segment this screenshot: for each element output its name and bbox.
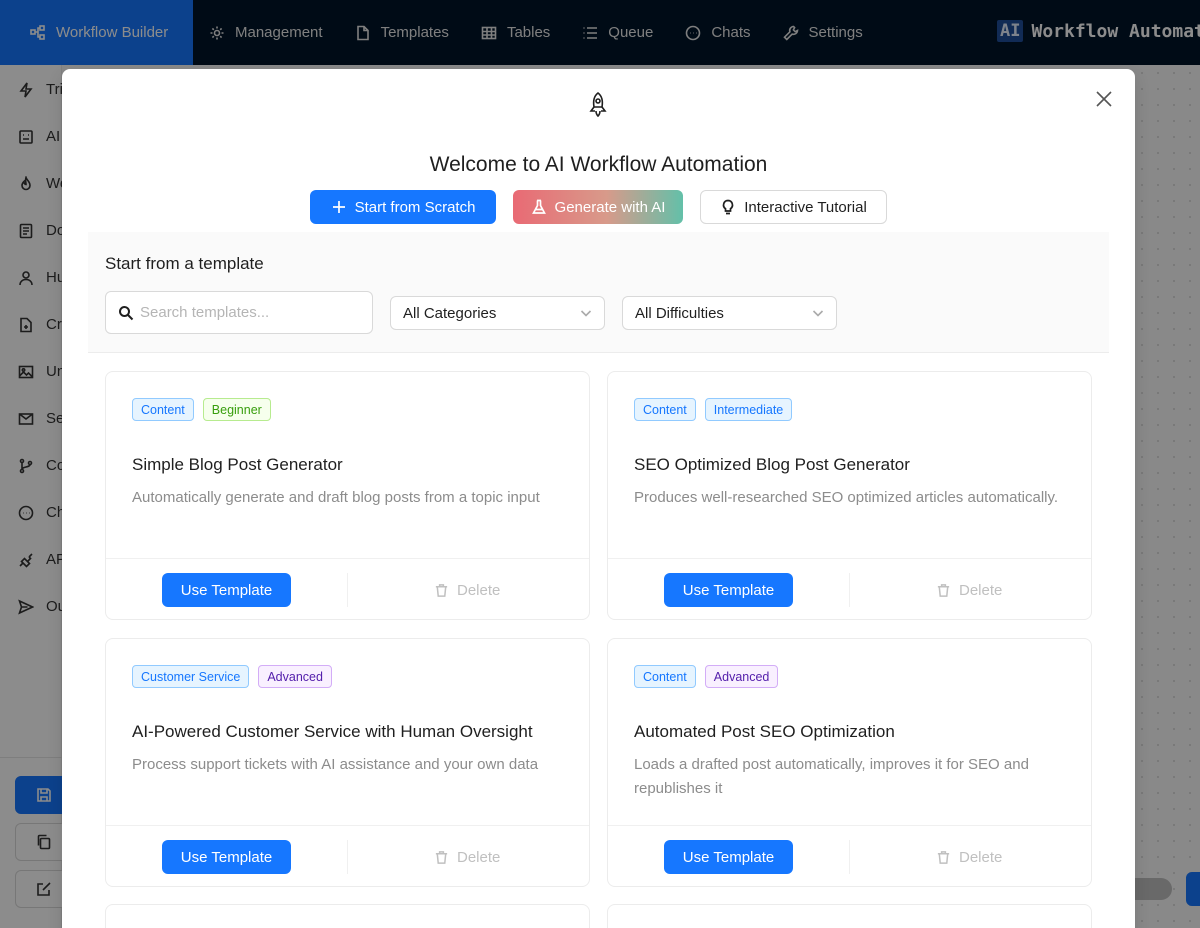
delete-label: Delete: [457, 581, 501, 599]
difficulty-tag: Beginner: [202, 398, 271, 421]
template-card: Customer Service Advanced AI-Powered Cus…: [105, 638, 590, 887]
card-actions: Use Template Delete: [106, 825, 589, 887]
start-from-scratch-button[interactable]: Start from Scratch: [310, 190, 496, 224]
template-title: AI-Powered Customer Service with Human O…: [132, 722, 533, 741]
plus-icon: [332, 201, 345, 213]
use-template-button[interactable]: Use Template: [162, 573, 291, 607]
delete-template-button[interactable]: Delete: [434, 840, 500, 874]
chevron-down-icon: [812, 310, 824, 317]
lightbulb-icon: [722, 199, 734, 215]
template-card-partial: [607, 904, 1092, 928]
flask-icon: [531, 199, 546, 214]
chevron-down-icon: [580, 310, 592, 317]
card-actions: Use Template Delete: [106, 558, 589, 620]
template-description: Automatically generate and draft blog po…: [132, 489, 540, 506]
category-tag: Customer Service: [132, 665, 250, 688]
delete-label: Delete: [959, 848, 1003, 866]
close-modal-button[interactable]: [1094, 89, 1114, 109]
search-input[interactable]: [140, 304, 360, 321]
tag-list: Content Beginner: [132, 398, 271, 421]
template-search-field[interactable]: [105, 291, 373, 334]
use-template-button[interactable]: Use Template: [664, 573, 793, 607]
welcome-modal: Welcome to AI Workflow Automation Start …: [62, 69, 1135, 928]
category-select-value: All Categories: [403, 304, 497, 322]
template-card: Content Intermediate SEO Optimized Blog …: [607, 371, 1092, 620]
template-description: Loads a drafted post automatically, impr…: [634, 756, 1029, 797]
button-label: Start from Scratch: [354, 198, 476, 216]
template-description: Process support tickets with AI assistan…: [132, 756, 539, 773]
template-title: SEO Optimized Blog Post Generator: [634, 455, 910, 474]
actions-divider: [849, 840, 850, 874]
section-title: Start from a template: [105, 254, 264, 273]
difficulty-tag: Intermediate: [704, 398, 793, 421]
category-tag: Content: [132, 398, 194, 421]
tag-list: Content Intermediate: [634, 398, 793, 421]
difficulty-tag: Advanced: [258, 665, 332, 688]
use-template-button[interactable]: Use Template: [664, 840, 793, 874]
actions-divider: [347, 840, 348, 874]
trash-icon: [435, 583, 448, 597]
delete-template-button[interactable]: Delete: [936, 573, 1002, 607]
category-tag: Content: [634, 398, 696, 421]
rocket-icon: [585, 91, 611, 119]
use-template-button[interactable]: Use Template: [162, 840, 291, 874]
template-title: Simple Blog Post Generator: [132, 455, 343, 474]
tag-list: Customer Service Advanced: [132, 665, 332, 688]
trash-icon: [937, 850, 950, 864]
difficulty-select[interactable]: All Difficulties: [622, 296, 837, 330]
category-select[interactable]: All Categories: [390, 296, 605, 330]
delete-template-button[interactable]: Delete: [936, 840, 1002, 874]
category-tag: Content: [634, 665, 696, 688]
delete-template-button[interactable]: Delete: [434, 573, 500, 607]
search-icon: [119, 305, 134, 320]
tag-list: Content Advanced: [634, 665, 779, 688]
delete-label: Delete: [959, 581, 1003, 599]
card-actions: Use Template Delete: [608, 825, 1091, 887]
template-filter-section: Start from a template All Categories All…: [88, 232, 1109, 353]
difficulty-tag: Advanced: [704, 665, 779, 688]
trash-icon: [435, 850, 448, 864]
template-card-partial: [105, 904, 590, 928]
card-actions: Use Template Delete: [608, 558, 1091, 620]
close-icon: [1096, 91, 1112, 107]
template-title: Automated Post SEO Optimization: [634, 722, 895, 741]
actions-divider: [849, 573, 850, 607]
button-label: Generate with AI: [554, 198, 666, 216]
difficulty-select-value: All Difficulties: [635, 304, 724, 322]
actions-divider: [347, 573, 348, 607]
template-card: Content Advanced Automated Post SEO Opti…: [607, 638, 1092, 887]
button-label: Interactive Tutorial: [744, 198, 867, 216]
template-description: Produces well-researched SEO optimized a…: [634, 489, 1059, 506]
generate-with-ai-button[interactable]: Generate with AI: [513, 190, 683, 224]
trash-icon: [937, 583, 950, 597]
modal-title: Welcome to AI Workflow Automation: [429, 153, 768, 176]
interactive-tutorial-button[interactable]: Interactive Tutorial: [700, 190, 887, 224]
template-card: Content Beginner Simple Blog Post Genera…: [105, 371, 590, 620]
delete-label: Delete: [457, 848, 501, 866]
